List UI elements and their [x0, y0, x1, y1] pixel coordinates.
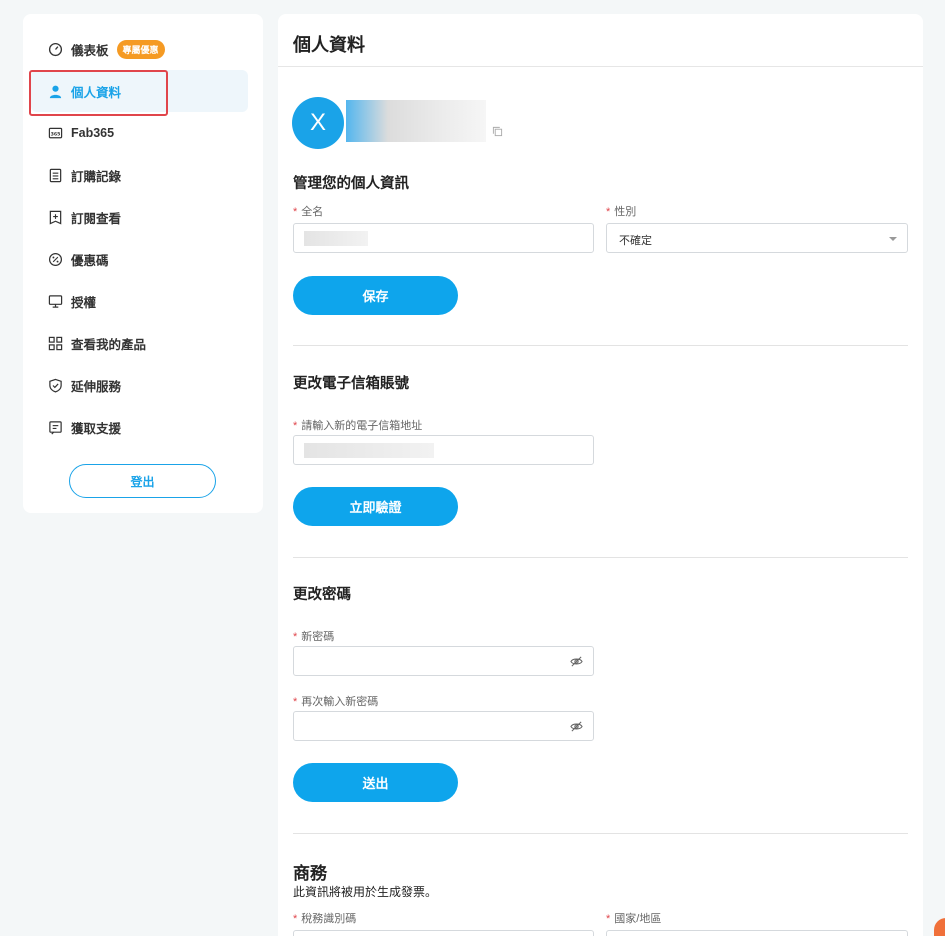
sidebar-item-label: 儀表板 — [71, 43, 109, 58]
sidebar-item-label: Fab365 — [71, 126, 115, 140]
gauge-icon — [48, 42, 63, 57]
sidebar-item-label: 優惠碼 — [71, 253, 109, 268]
sidebar-item-label: 訂購記錄 — [71, 169, 122, 184]
monitor-icon — [48, 294, 63, 309]
sidebar-item-fab365[interactable]: 365 Fab365 — [31, 112, 248, 154]
section-divider — [293, 345, 908, 346]
grid-icon — [48, 336, 63, 351]
verify-now-button[interactable]: 立即驗證 — [293, 487, 458, 526]
sidebar-item-profile[interactable]: 個人資料 — [31, 70, 248, 112]
sidebar-item-dashboard[interactable]: 儀表板 專屬優惠 — [31, 28, 248, 70]
coupon-icon — [48, 252, 63, 267]
gender-selected-value: 不確定 — [619, 235, 652, 247]
sidebar-item-coupon[interactable]: 優惠碼 — [31, 238, 248, 280]
username-redacted — [346, 100, 486, 142]
fullname-value-redacted — [304, 231, 368, 246]
sidebar: 儀表板 專屬優惠 個人資料 365 Fab365 訂購記錄 訂閱查看 優惠碼 授… — [23, 14, 263, 513]
business-title: 商務 — [293, 864, 327, 883]
confirm-password-input[interactable] — [293, 711, 594, 741]
copy-icon[interactable] — [492, 126, 503, 137]
country-label: * 國家/地區 — [606, 913, 662, 925]
sidebar-item-license[interactable]: 授權 — [31, 280, 248, 322]
email-value-redacted — [304, 443, 434, 458]
save-button[interactable]: 保存 — [293, 276, 458, 315]
business-subtitle: 此資訊將被用於生成發票。 — [293, 885, 438, 899]
section-divider — [293, 557, 908, 558]
new-email-label: * 請輸入新的電子信箱地址 — [293, 420, 423, 432]
support-icon — [48, 420, 63, 435]
country-select[interactable] — [606, 930, 908, 936]
new-password-label: * 新密碼 — [293, 631, 335, 643]
sidebar-item-label: 授權 — [71, 295, 97, 310]
fullname-label: * 全名 — [293, 206, 324, 218]
eye-hidden-icon[interactable] — [570, 720, 583, 733]
shield-icon — [48, 378, 63, 393]
change-email-title: 更改電子信箱賬號 — [293, 376, 409, 392]
submit-button[interactable]: 送出 — [293, 763, 458, 802]
sidebar-item-orders[interactable]: 訂購記錄 — [31, 154, 248, 196]
sidebar-item-label: 個人資料 — [71, 85, 122, 100]
gender-select[interactable]: 不確定 — [606, 223, 908, 253]
floating-widget[interactable] — [934, 918, 945, 936]
order-list-icon — [48, 168, 63, 183]
svg-text:365: 365 — [51, 131, 61, 137]
chevron-down-icon — [889, 237, 897, 241]
sidebar-item-extended-service[interactable]: 延伸服務 — [31, 364, 248, 406]
tax-id-input[interactable] — [293, 930, 594, 936]
sidebar-item-support[interactable]: 獲取支援 — [31, 406, 248, 448]
special-offer-badge: 專屬優惠 — [116, 39, 165, 59]
sidebar-item-label: 延伸服務 — [71, 379, 122, 394]
change-password-title: 更改密碼 — [293, 587, 351, 603]
new-password-input[interactable] — [293, 646, 594, 676]
new-email-input[interactable] — [293, 435, 594, 465]
section-divider — [293, 833, 908, 834]
sidebar-item-label: 訂閱查看 — [71, 211, 122, 226]
page-title: 個人資料 — [293, 35, 365, 55]
sidebar-item-label: 查看我的產品 — [71, 337, 147, 352]
title-divider — [278, 66, 923, 67]
sidebar-item-subscription[interactable]: 訂閱查看 — [31, 196, 248, 238]
confirm-password-label: * 再次輸入新密碼 — [293, 696, 379, 708]
profile-panel: 個人資料 X 管理您的個人資訊 * 全名 * 性別 不確定 保存 更改電子信箱賬號 … — [278, 14, 923, 936]
gender-label: * 性別 — [606, 206, 637, 218]
avatar: X — [292, 97, 344, 149]
user-icon — [48, 84, 63, 99]
sidebar-item-my-products[interactable]: 查看我的產品 — [31, 322, 248, 364]
tax-id-label: * 稅務識別碼 — [293, 913, 357, 925]
manage-profile-title: 管理您的個人資訊 — [293, 176, 409, 192]
fab365-icon: 365 — [48, 126, 63, 141]
eye-hidden-icon[interactable] — [570, 655, 583, 668]
fullname-input[interactable] — [293, 223, 594, 253]
sidebar-item-label: 獲取支援 — [71, 421, 122, 436]
logout-button[interactable]: 登出 — [69, 464, 216, 498]
subscription-icon — [48, 210, 63, 225]
